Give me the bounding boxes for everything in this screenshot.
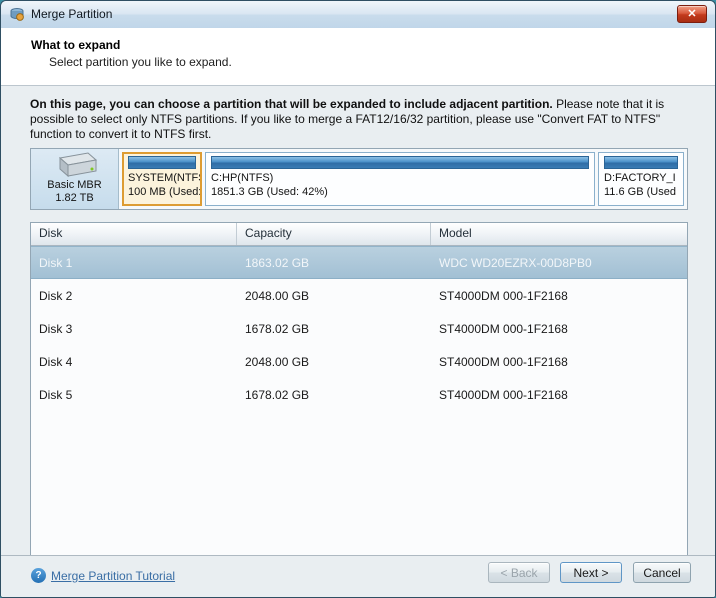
table-row-disk1[interactable]: Disk 1 1863.02 GB WDC WD20EZRX-00D8PB0 xyxy=(31,246,687,279)
cell-disk: Disk 3 xyxy=(39,321,73,336)
question-mark: ? xyxy=(35,570,42,581)
next-button[interactable]: Next > xyxy=(560,562,622,583)
partition-system[interactable]: SYSTEM(NTFS) 100 MB (Used: xyxy=(122,152,202,206)
titlebar[interactable]: Merge Partition ✕ xyxy=(1,1,715,29)
back-button[interactable]: < Back xyxy=(488,562,550,583)
table-row-disk4[interactable]: Disk 4 2048.00 GB ST4000DM 000-1F2168 xyxy=(31,345,687,378)
partition-name: SYSTEM(NTFS) xyxy=(128,172,202,184)
cell-capacity: 1678.02 GB xyxy=(245,321,310,336)
column-header-disk[interactable]: Disk xyxy=(31,223,237,245)
cell-disk: Disk 2 xyxy=(39,288,73,303)
disk-size-label: 1.82 TB xyxy=(55,192,94,204)
disk-info-panel[interactable]: Basic MBR 1.82 TB xyxy=(31,149,119,209)
footer: ? Merge Partition Tutorial < Back Next >… xyxy=(1,555,715,597)
partition-name: D:FACTORY_I xyxy=(604,172,676,184)
column-header-capacity[interactable]: Capacity xyxy=(237,223,431,245)
step-title: What to expand xyxy=(31,38,121,52)
cancel-button[interactable]: Cancel xyxy=(633,562,691,583)
column-header-model[interactable]: Model xyxy=(431,223,687,245)
cell-model: WDC WD20EZRX-00D8PB0 xyxy=(439,255,592,270)
close-icon: ✕ xyxy=(687,7,697,20)
help-icon: ? xyxy=(31,568,46,583)
step-subtitle: Select partition you like to expand. xyxy=(49,55,232,69)
cell-model: ST4000DM 000-1F2168 xyxy=(439,387,568,402)
close-button[interactable]: ✕ xyxy=(677,5,707,23)
partition-usage-bar xyxy=(128,156,196,169)
app-icon xyxy=(9,6,25,22)
table-row-disk2[interactable]: Disk 2 2048.00 GB ST4000DM 000-1F2168 xyxy=(31,279,687,312)
table-row-disk5[interactable]: Disk 5 1678.02 GB ST4000DM 000-1F2168 xyxy=(31,378,687,411)
partition-detail: 11.6 GB (Used xyxy=(604,186,676,198)
window-title: Merge Partition xyxy=(31,7,113,21)
instructions-lead: On this page, you can choose a partition… xyxy=(30,97,553,111)
partition-d[interactable]: D:FACTORY_I 11.6 GB (Used xyxy=(598,152,684,206)
disk-table: Disk Capacity Model Disk 1 1863.02 GB WD… xyxy=(30,222,688,557)
cell-model: ST4000DM 000-1F2168 xyxy=(439,354,568,369)
cell-capacity: 2048.00 GB xyxy=(245,288,310,303)
dialog-body: On this page, you can choose a partition… xyxy=(1,86,715,557)
instructions-text: On this page, you can choose a partition… xyxy=(30,97,690,142)
cell-disk: Disk 5 xyxy=(39,387,73,402)
cell-disk: Disk 4 xyxy=(39,354,73,369)
partition-detail: 100 MB (Used: xyxy=(128,186,202,198)
partition-usage-bar xyxy=(211,156,589,169)
hard-disk-icon xyxy=(31,151,118,179)
cell-capacity: 1678.02 GB xyxy=(245,387,310,402)
partitions-strip: SYSTEM(NTFS) 100 MB (Used: C:HP(NTFS) 18… xyxy=(119,149,687,209)
cell-disk: Disk 1 xyxy=(39,255,73,270)
tutorial-link[interactable]: Merge Partition Tutorial xyxy=(51,569,175,583)
partition-usage-bar xyxy=(604,156,678,169)
cell-model: ST4000DM 000-1F2168 xyxy=(439,288,568,303)
cell-model: ST4000DM 000-1F2168 xyxy=(439,321,568,336)
disk-map: Basic MBR 1.82 TB SYSTEM(NTFS) 100 MB (U… xyxy=(30,148,688,210)
table-header: Disk Capacity Model xyxy=(31,223,687,246)
disk-type-label: Basic MBR xyxy=(47,179,102,191)
cell-capacity: 1863.02 GB xyxy=(245,255,310,270)
cell-capacity: 2048.00 GB xyxy=(245,354,310,369)
wizard-header: What to expand Select partition you like… xyxy=(1,28,715,86)
table-row-disk3[interactable]: Disk 3 1678.02 GB ST4000DM 000-1F2168 xyxy=(31,312,687,345)
merge-partition-window: Merge Partition ✕ What to expand Select … xyxy=(0,0,716,598)
partition-detail: 1851.3 GB (Used: 42%) xyxy=(211,186,328,198)
partition-name: C:HP(NTFS) xyxy=(211,172,274,184)
partition-c[interactable]: C:HP(NTFS) 1851.3 GB (Used: 42%) xyxy=(205,152,595,206)
